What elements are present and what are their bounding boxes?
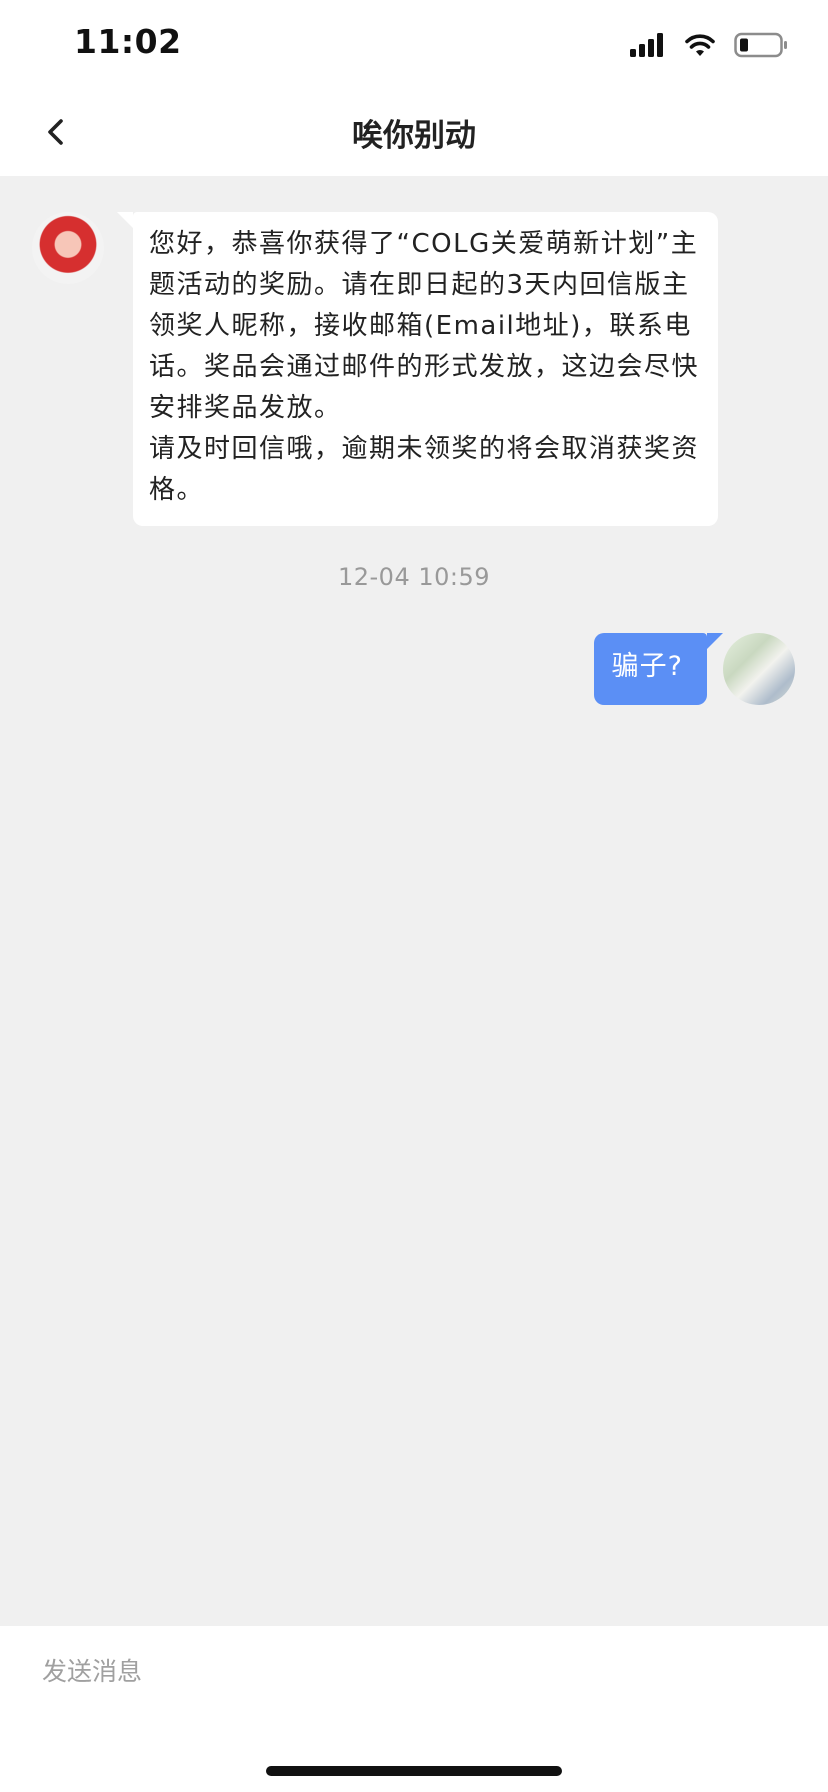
message-text: 骗子? <box>611 651 683 682</box>
battery-icon <box>734 32 787 58</box>
message-input[interactable] <box>42 1646 782 1696</box>
status-icons <box>630 28 788 62</box>
sent-message-bubble[interactable]: 骗子? <box>593 633 724 705</box>
user-avatar[interactable] <box>723 633 795 705</box>
status-bar: 11:02 <box>0 0 828 88</box>
conversation-title: 唉你别动 <box>352 118 476 154</box>
wifi-icon <box>685 34 715 56</box>
received-message-bubble[interactable]: 您好，恭喜你获得了“COLG关爱萌新计划”主题活动的奖励。请在即日起的3天内回信… <box>117 212 718 526</box>
contact-avatar[interactable] <box>32 212 104 284</box>
status-time: 11:02 <box>74 22 182 61</box>
message-text: 请及时回信哦，逾期未领奖的将会取消获奖资格。 <box>149 434 700 505</box>
cellular-signal-icon <box>630 33 663 57</box>
message-timestamp: 12-04 10:59 <box>337 563 491 591</box>
chat-area[interactable]: 您好，恭喜你获得了“COLG关爱萌新计划”主题活动的奖励。请在即日起的3天内回信… <box>0 176 828 1626</box>
home-indicator <box>266 1766 562 1776</box>
message-composer <box>0 1626 828 1792</box>
navigation-bar: 唉你别动 <box>0 88 828 176</box>
message-text: 您好，恭喜你获得了“COLG关爱萌新计划”主题活动的奖励。请在即日起的3天内回信… <box>149 229 700 423</box>
